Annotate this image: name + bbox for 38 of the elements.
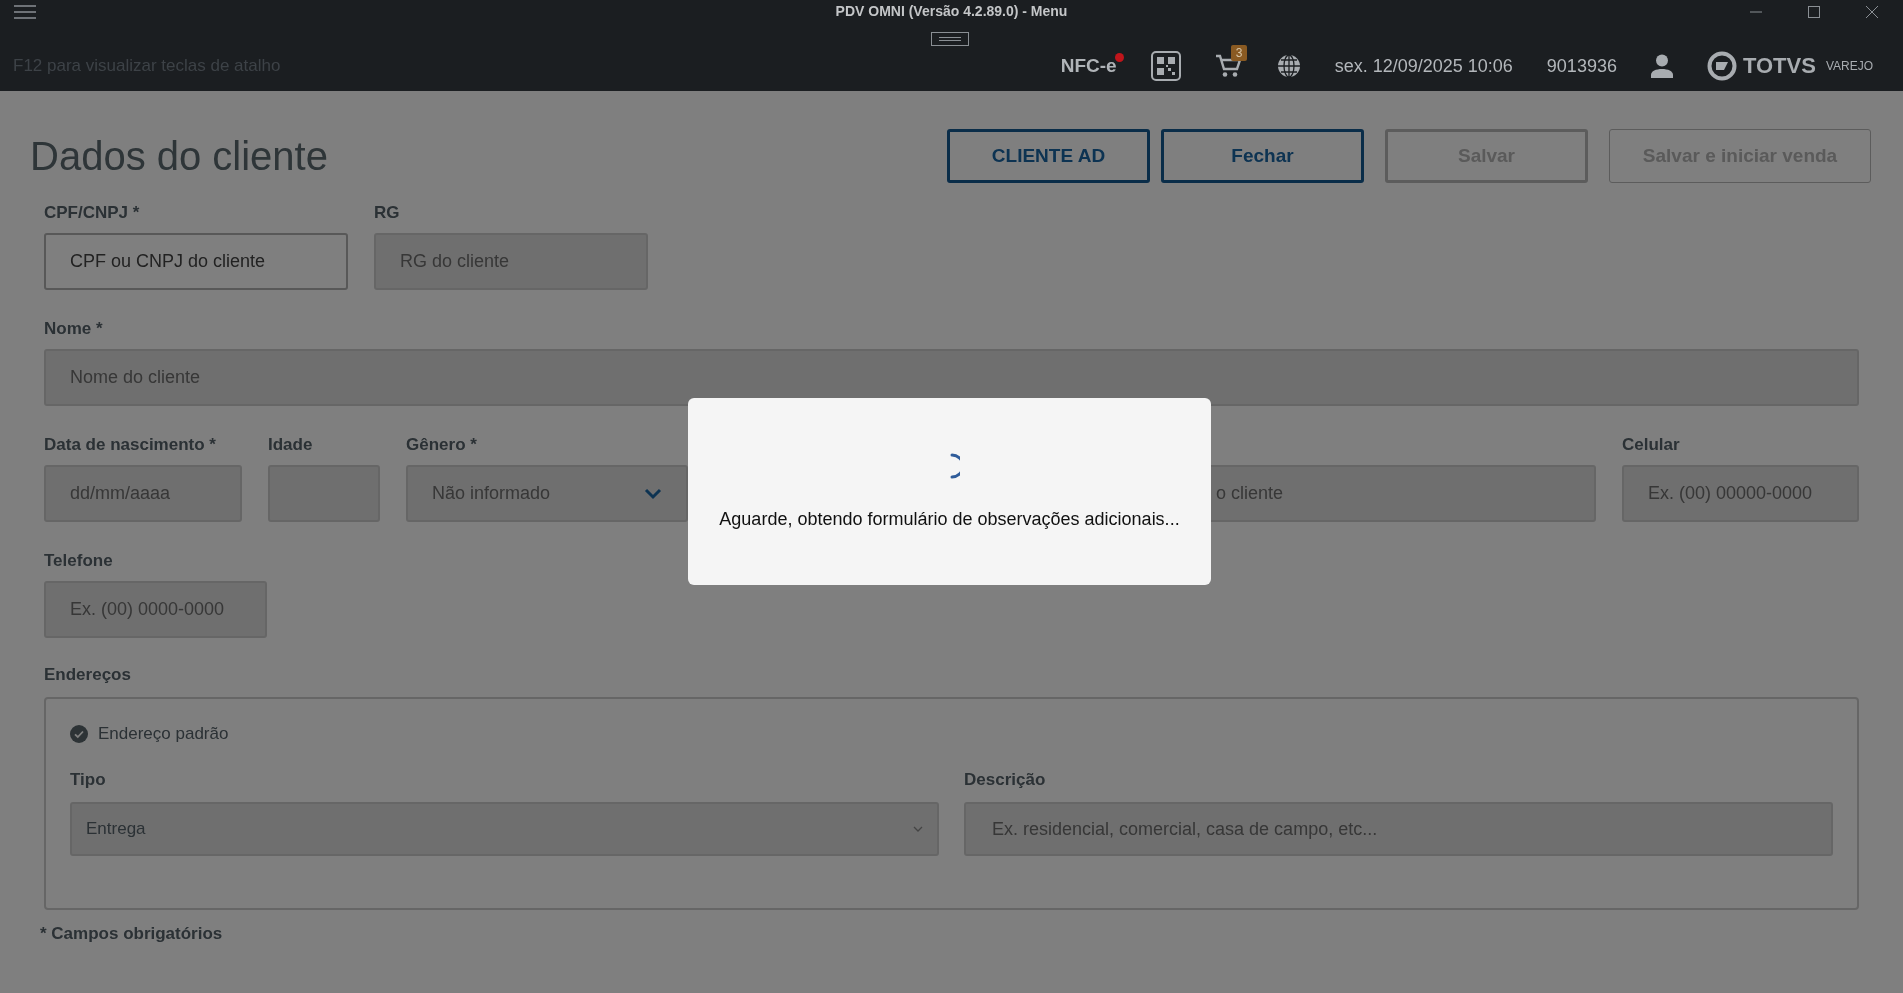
field-label: Nome * [44, 319, 104, 339]
action-button[interactable]: Fechar [1161, 129, 1364, 183]
field-label: CPF/CNPJ * [44, 203, 141, 223]
maximize-icon[interactable] [1807, 5, 1821, 19]
field-label: RG [374, 203, 401, 223]
window-title: PDV OMNI (Versão 4.2.89.0) - Menu [835, 3, 1068, 19]
brand-name: TOTVS [1742, 53, 1816, 79]
qr-code-icon[interactable] [1150, 51, 1181, 81]
globe-icon[interactable] [1276, 54, 1301, 78]
field-label: Data de nascimento * [44, 435, 217, 455]
chevron-down-icon [913, 826, 923, 832]
spinner-icon [949, 453, 960, 479]
chevron-down-icon [644, 487, 662, 500]
field-label: Gênero * [406, 435, 478, 455]
default-checkbox[interactable] [70, 725, 88, 743]
input-field[interactable]: CPF ou CNPJ do cliente [44, 233, 348, 290]
field-label: Tipo [70, 770, 107, 790]
checkbox-label: Endereço padrão [98, 724, 229, 744]
user-icon[interactable] [1650, 54, 1673, 78]
required-note: * Campos obrigatórios [40, 924, 224, 944]
date-time: sex. 12/09/2025 10:06 [1334, 55, 1513, 77]
terminal-number: 9013936 [1546, 55, 1617, 77]
page-title: Dados do cliente [30, 133, 328, 179]
field-label: Telefone [44, 551, 114, 571]
close-icon[interactable] [1865, 5, 1879, 19]
fiscal-mode[interactable]: NFC-e [1060, 55, 1117, 76]
field-label: Celular [1622, 435, 1681, 455]
field-label: Descrição [964, 770, 1047, 790]
menu-icon[interactable] [14, 5, 36, 19]
keyboard-icon[interactable] [931, 32, 969, 46]
brand-subtitle: VAREJO [1825, 59, 1873, 73]
action-button[interactable]: CLIENTE AD [947, 129, 1150, 183]
logo-icon [1706, 51, 1737, 81]
type-select[interactable]: Entrega [70, 802, 939, 856]
field-label: Idade [268, 435, 314, 455]
section-label: Endereços [44, 665, 132, 685]
input-field[interactable]: Ex. residencial, comercial, casa de campo, etc... [964, 802, 1833, 856]
cart-count-badge: 3 [1230, 45, 1248, 61]
